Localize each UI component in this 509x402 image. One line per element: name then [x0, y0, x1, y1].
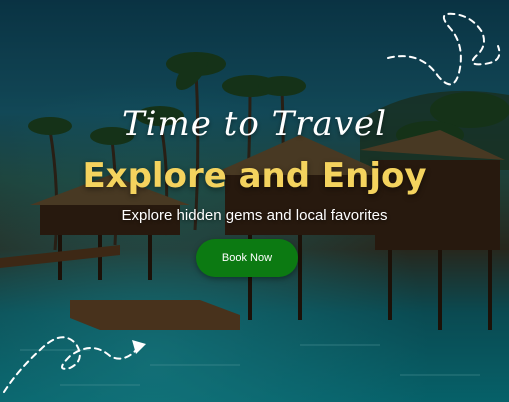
dashed-loop-decoration [387, 12, 501, 86]
hero-title: Explore and Enjoy [82, 156, 427, 196]
hero-subtitle: Explore hidden gems and local favorites [121, 207, 388, 224]
script-title: Time to Travel [121, 104, 388, 144]
hero-banner: Time to Travel Explore and Enjoy Explore… [0, 0, 509, 402]
dashed-arrow-decoration [3, 336, 146, 393]
book-now-button[interactable]: Book Now [196, 239, 298, 277]
